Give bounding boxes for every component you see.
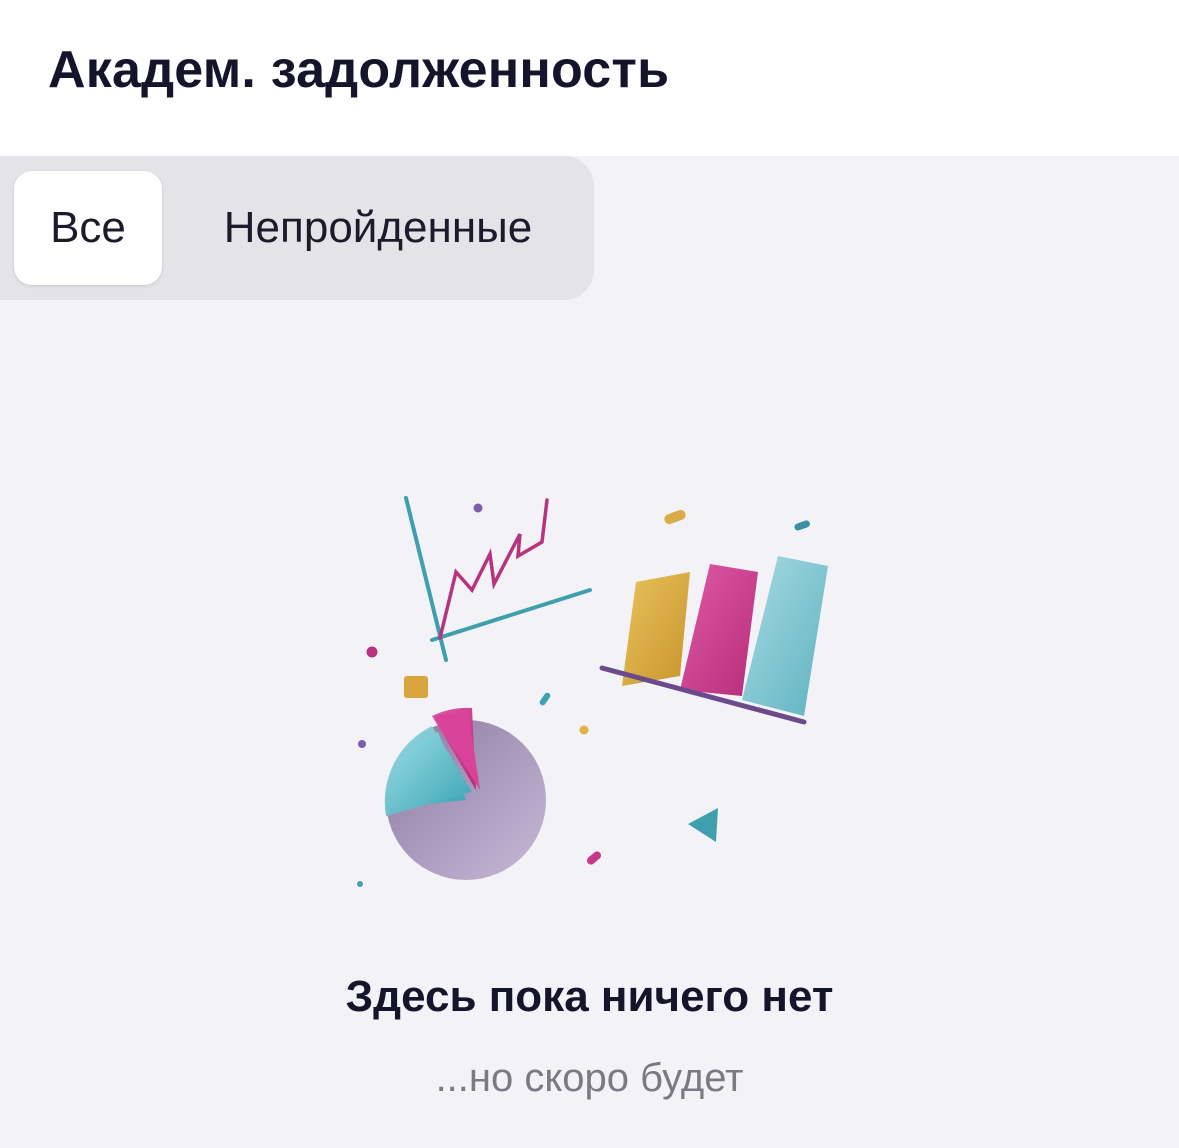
segmented-control: Все Непройденные [0,156,594,300]
tab-failed[interactable]: Непройденные [180,171,576,285]
pie-chart-icon [384,707,546,880]
charts-illustration [357,496,828,887]
empty-state-title: Здесь пока ничего нет [345,972,834,1021]
empty-state-subtitle: ...но скоро будет [435,1056,744,1100]
bar-chart-icon [599,556,828,725]
content-area: Все Непройденные Здесь пока ничего нет .… [0,156,1179,1148]
tab-all[interactable]: Все [14,171,162,285]
header: Академ. задолженность [0,0,1179,156]
line-chart-icon [404,496,592,662]
page-title: Академ. задолженность [48,41,670,99]
